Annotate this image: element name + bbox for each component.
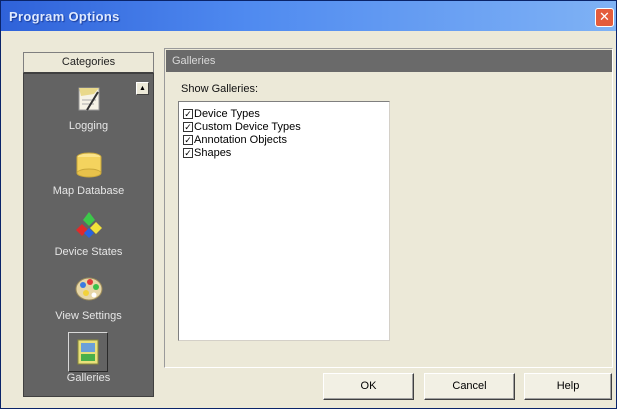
list-item-label: Annotation Objects [194,133,287,146]
list-item-label: Custom Device Types [194,120,301,133]
category-galleries[interactable]: Galleries [24,332,153,396]
device-states-icon [76,212,102,238]
logging-icon [78,87,100,111]
galleries-header: Galleries [166,50,612,72]
galleries-list[interactable]: ✓ Device Types ✓ Custom Device Types ✓ A… [178,101,390,341]
checkbox[interactable]: ✓ [183,108,193,119]
ok-button[interactable]: OK [323,373,414,400]
list-item-shapes[interactable]: ✓ Shapes [183,146,231,159]
view-settings-icon [75,277,103,301]
category-label: Galleries [66,372,111,384]
category-label: Device States [54,246,123,258]
category-label: Map Database [52,185,125,197]
cancel-button[interactable]: Cancel [424,373,515,400]
categories-header: Categories [23,52,154,73]
list-item-label: Device Types [194,107,260,120]
window-title: Program Options [9,9,120,24]
title-bar[interactable]: Program Options ✕ [1,1,616,31]
category-map-database[interactable]: Map Database [24,149,153,209]
galleries-icon [77,339,99,365]
category-logging[interactable]: Logging [24,84,153,144]
category-view-settings[interactable]: View Settings [24,274,153,334]
list-item-label: Shapes [194,146,232,159]
checkbox[interactable]: ✓ [183,134,193,145]
map-database-icon [76,152,102,178]
close-button[interactable]: ✕ [595,8,614,27]
category-label: Logging [68,120,109,132]
program-options-dialog: Program Options ✕ Categories ▲ Logging M… [0,0,617,409]
list-item-device-types[interactable]: ✓ Device Types [183,107,260,120]
checkbox[interactable]: ✓ [183,121,193,132]
list-item-annotation-objects[interactable]: ✓ Annotation Objects [183,133,287,146]
checkbox[interactable]: ✓ [183,147,193,158]
show-galleries-label: Show Galleries: [181,83,259,95]
help-button[interactable]: Help [524,373,612,400]
list-item-custom-device-types[interactable]: ✓ Custom Device Types [183,120,301,133]
category-device-states[interactable]: Device States [24,210,153,270]
category-label: View Settings [55,310,122,322]
categories-panel: ▲ Logging Map Database Device States Vie… [23,73,154,397]
